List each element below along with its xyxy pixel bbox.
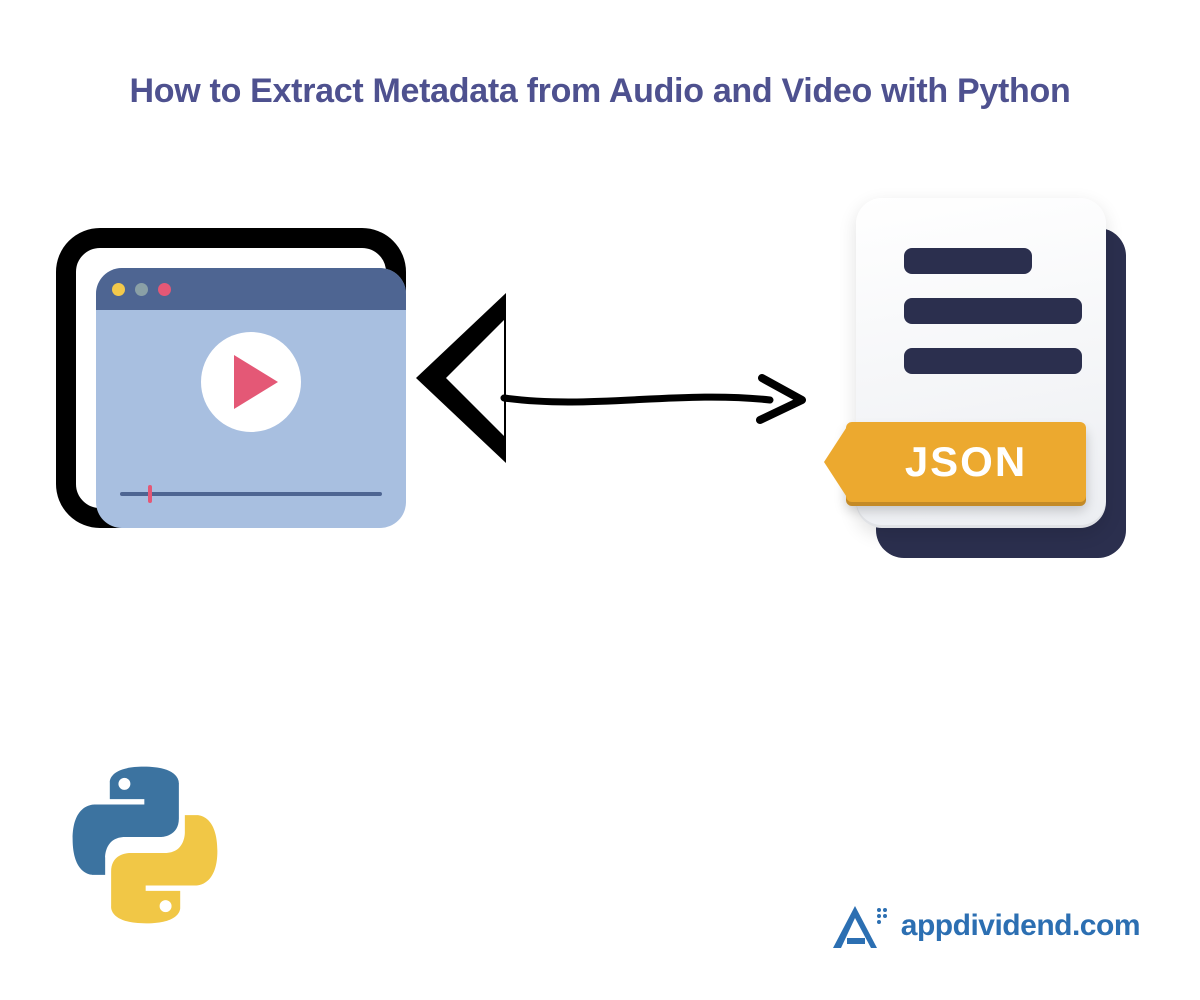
document-line-icon [904,348,1082,374]
video-player-screen [96,268,406,528]
json-document-icon: JSON [838,190,1138,590]
window-titlebar [96,268,406,310]
document-line-icon [904,298,1082,324]
traffic-light-red-icon [158,283,171,296]
traffic-light-gray-icon [135,283,148,296]
document-line-icon [904,248,1032,274]
camera-lens [416,293,506,463]
appdividend-logo-icon [829,900,893,952]
arrow-right-icon [500,370,810,430]
traffic-light-yellow-icon [112,283,125,296]
progress-bar [120,492,382,496]
play-button [201,332,301,432]
video-camera-icon [56,228,456,548]
python-logo-icon [60,760,230,930]
page-title: How to Extract Metadata from Audio and V… [0,72,1200,111]
json-label: JSON [905,438,1027,486]
camera-body [56,228,406,528]
brand-text: appdividend.com [901,909,1140,943]
json-badge: JSON [846,422,1086,502]
play-icon [234,355,278,409]
document-front-icon: JSON [856,198,1106,528]
brand: appdividend.com [829,900,1140,952]
